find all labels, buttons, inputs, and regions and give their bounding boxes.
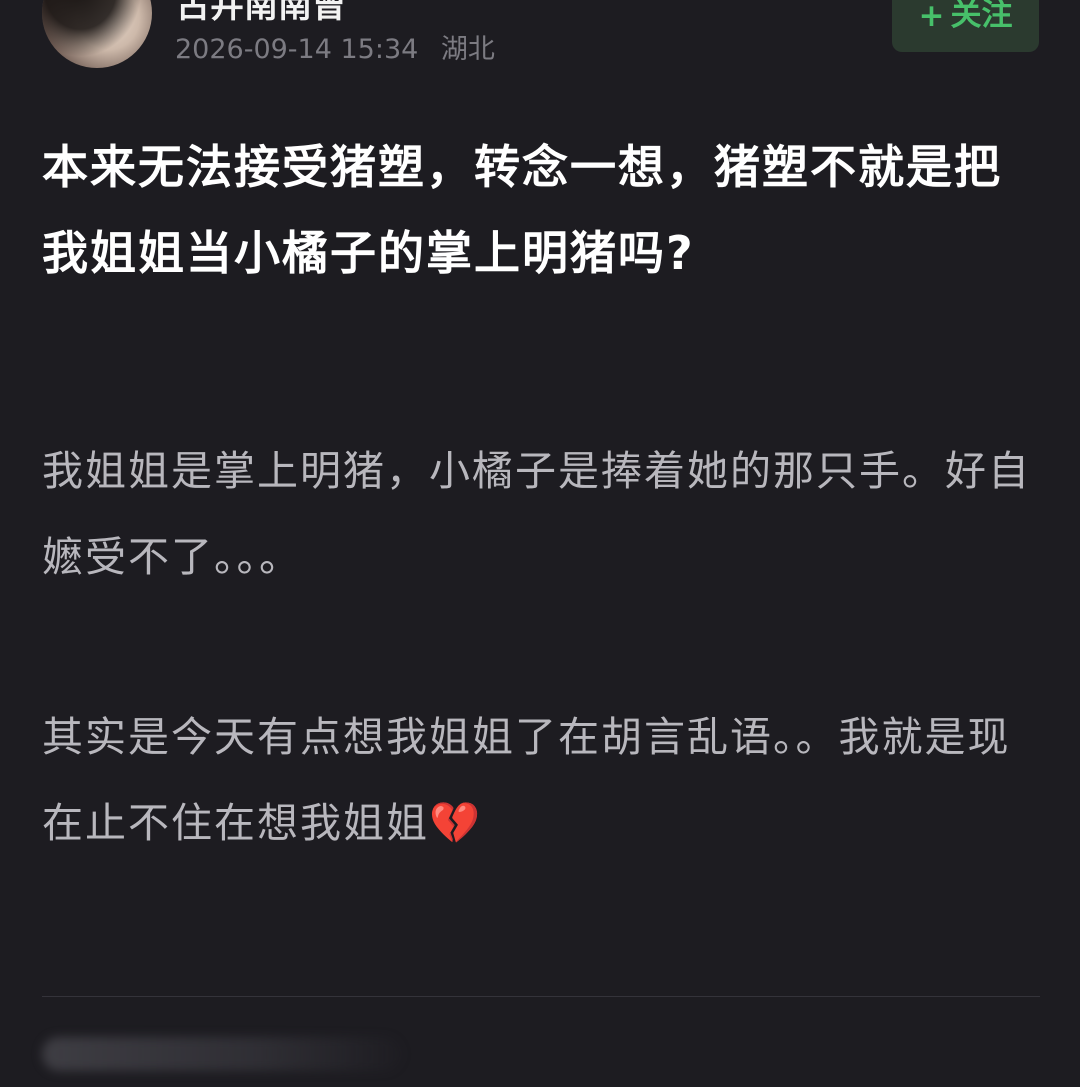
follow-label: 关注	[950, 0, 1013, 33]
post-title: 本来无法接受猪塑，转念一想，猪塑不就是把我姐姐当小橘子的掌上明猪吗?	[42, 140, 1002, 280]
post-location: 湖北	[440, 34, 495, 65]
plus-icon: +	[918, 0, 945, 34]
divider	[42, 996, 1040, 997]
avatar-image	[42, 0, 152, 68]
post-header: 古井南南曾 2026-09-14 15:34 湖北 + 关注	[0, 0, 1080, 80]
follow-button[interactable]: + 关注	[892, 0, 1039, 52]
post-date: 2026-09-14 15:34	[175, 34, 419, 65]
post-paragraph-1: 我姐姐是掌上明猪，小橘子是捧着她的那只手。好自嬷受不了。。。	[42, 447, 1031, 581]
post-meta: 2026-09-14 15:34 湖北	[175, 27, 495, 66]
blurred-footer-content	[42, 1037, 402, 1071]
author-name[interactable]: 古井南南曾	[176, 0, 346, 27]
post-paragraph-2: 其实是今天有点想我姐姐了在胡言乱语。。我就是现在止不住在想我姐姐💔	[42, 713, 1011, 847]
avatar[interactable]	[42, 0, 152, 68]
